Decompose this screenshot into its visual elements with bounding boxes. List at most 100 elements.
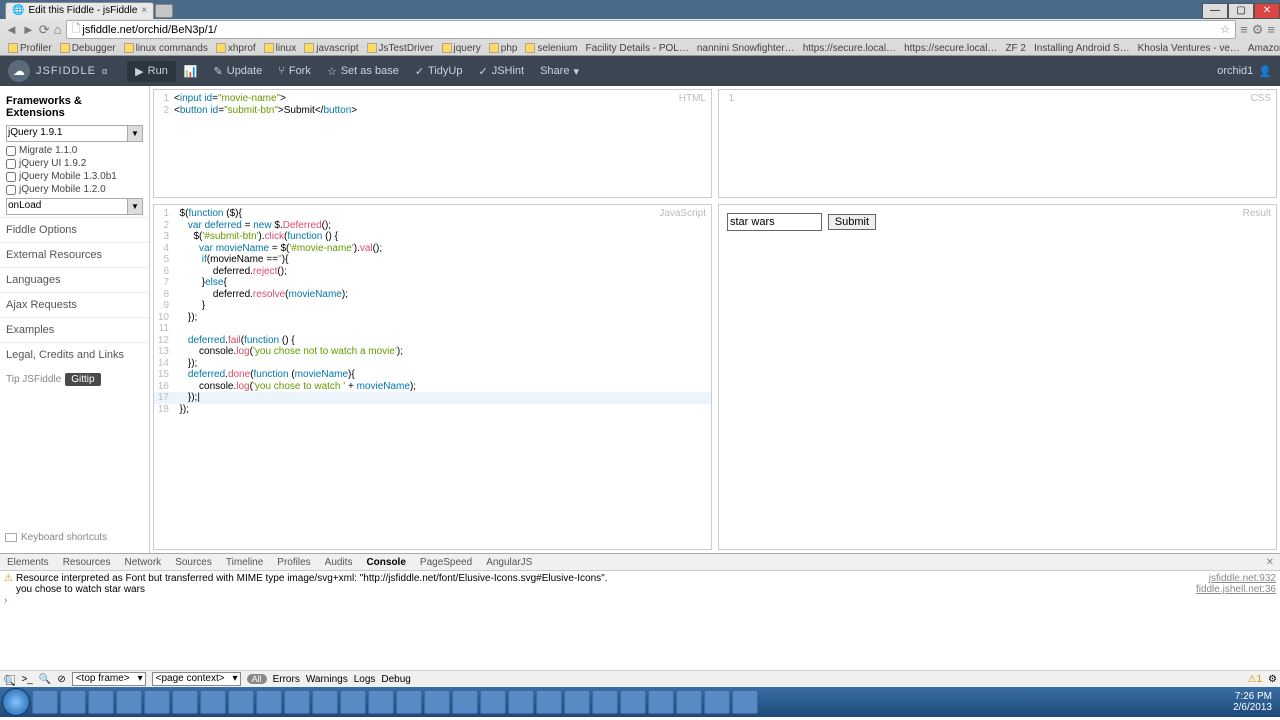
taskbar-item[interactable]: [172, 690, 198, 714]
wrap-select[interactable]: onLoad: [6, 198, 143, 215]
taskbar-item[interactable]: [396, 690, 422, 714]
lib-option[interactable]: jQuery Mobile 1.2.0: [0, 183, 149, 196]
reload-button[interactable]: ⟳: [39, 22, 50, 38]
devtab-console[interactable]: Console: [359, 555, 412, 570]
checkbox[interactable]: [6, 146, 16, 156]
update-button[interactable]: ✎Update: [206, 61, 271, 82]
console-prompt[interactable]: ›: [4, 595, 1276, 606]
bookmark-item[interactable]: https://secure.local…: [901, 43, 1000, 54]
taskbar-item[interactable]: [480, 690, 506, 714]
filter-logs[interactable]: Logs: [354, 674, 376, 685]
menu-icon[interactable]: ≡: [1267, 22, 1275, 37]
checkbox[interactable]: [6, 172, 16, 182]
taskbar-item[interactable]: [620, 690, 646, 714]
share-button[interactable]: Share▾: [532, 61, 587, 82]
warning-count-icon[interactable]: ⚠1: [1248, 674, 1263, 685]
taskbar-item[interactable]: [228, 690, 254, 714]
filter-debug[interactable]: Debug: [381, 674, 410, 685]
taskbar-item[interactable]: [312, 690, 338, 714]
minimize-button[interactable]: —: [1202, 3, 1228, 19]
taskbar-item[interactable]: [648, 690, 674, 714]
submit-button[interactable]: Submit: [828, 214, 876, 230]
inspect-icon[interactable]: 🔍⃞: [3, 672, 15, 687]
bookmark-item[interactable]: Facility Details - POL…: [582, 43, 691, 54]
sidebar-item-fiddle-options[interactable]: Fiddle Options: [0, 217, 149, 242]
close-window-button[interactable]: ✕: [1254, 3, 1280, 19]
taskbar-item[interactable]: [592, 690, 618, 714]
sidebar-item-examples[interactable]: Examples: [0, 317, 149, 342]
taskbar-item[interactable]: [536, 690, 562, 714]
taskbar-item[interactable]: [256, 690, 282, 714]
source-link[interactable]: fiddle.jshell.net:36: [1196, 584, 1276, 595]
devtab-network[interactable]: Network: [118, 555, 169, 570]
console-toggle-icon[interactable]: >_: [21, 674, 32, 685]
console-body[interactable]: Resource interpreted as Font but transfe…: [0, 571, 1280, 670]
taskbar-item[interactable]: [452, 690, 478, 714]
bookmark-item[interactable]: Profiler: [5, 43, 55, 54]
taskbar-item[interactable]: [704, 690, 730, 714]
filter-all[interactable]: All: [247, 674, 267, 684]
lib-option[interactable]: Migrate 1.1.0: [0, 144, 149, 157]
browser-tab[interactable]: 🌐 Edit this Fiddle - jsFiddle ×: [5, 2, 154, 19]
filter-errors[interactable]: Errors: [273, 674, 300, 685]
taskbar-item[interactable]: [60, 690, 86, 714]
css-code[interactable]: [739, 90, 1276, 105]
start-button[interactable]: [2, 688, 30, 716]
stats-button[interactable]: 📊: [176, 61, 206, 82]
jshint-button[interactable]: ✓JSHint: [470, 61, 532, 82]
filter-warnings[interactable]: Warnings: [306, 674, 348, 685]
html-code[interactable]: <input id="movie-name"> <button id="subm…: [174, 90, 711, 116]
frame-select[interactable]: <top frame>: [72, 672, 146, 686]
search-icon[interactable]: 🔍: [39, 674, 51, 685]
bookmark-star-icon[interactable]: ☆: [1220, 23, 1230, 36]
tidyup-button[interactable]: ✓TidyUp: [407, 61, 471, 82]
taskbar-item[interactable]: [200, 690, 226, 714]
devtab-pagespeed[interactable]: PageSpeed: [413, 555, 479, 570]
devtab-angularjs[interactable]: AngularJS: [479, 555, 539, 570]
devtab-profiles[interactable]: Profiles: [270, 555, 317, 570]
back-button[interactable]: ◄: [5, 22, 18, 37]
bookmark-item[interactable]: javascript: [301, 43, 361, 54]
bookmark-item[interactable]: https://secure.local…: [800, 43, 899, 54]
js-code[interactable]: $(function ($){ var deferred = new $.Def…: [174, 205, 711, 415]
sidebar-item-languages[interactable]: Languages: [0, 267, 149, 292]
bookmark-item[interactable]: linux: [261, 43, 300, 54]
devtab-timeline[interactable]: Timeline: [219, 555, 270, 570]
devtools-close-icon[interactable]: ✕: [1260, 557, 1280, 568]
bookmark-item[interactable]: Installing Android S…: [1031, 43, 1133, 54]
taskbar-item[interactable]: [88, 690, 114, 714]
user-menu[interactable]: orchid1👤: [1217, 65, 1272, 78]
forward-button[interactable]: ►: [22, 22, 35, 37]
close-tab-icon[interactable]: ×: [141, 5, 147, 16]
context-select[interactable]: <page context>: [152, 672, 241, 686]
bookmark-item[interactable]: nannini Snowfighter…: [694, 43, 798, 54]
taskbar-item[interactable]: [732, 690, 758, 714]
sidebar-item-ajax-requests[interactable]: Ajax Requests: [0, 292, 149, 317]
settings-gear-icon[interactable]: ⚙: [1252, 22, 1264, 38]
lib-option[interactable]: jQuery Mobile 1.3.0b1: [0, 170, 149, 183]
gittip-button[interactable]: Gittip: [65, 373, 100, 386]
taskbar-item[interactable]: [284, 690, 310, 714]
settings-gear-icon[interactable]: ⚙: [1268, 674, 1277, 685]
checkbox[interactable]: [6, 159, 16, 169]
bookmark-item[interactable]: Amazon.com Associ…: [1245, 43, 1280, 54]
taskbar-item[interactable]: [676, 690, 702, 714]
sidebar-item-legal[interactable]: Legal, Credits and Links: [0, 342, 149, 367]
clear-icon[interactable]: ⊘: [57, 674, 65, 685]
devtab-sources[interactable]: Sources: [168, 555, 219, 570]
sidebar-item-external-resources[interactable]: External Resources: [0, 242, 149, 267]
bookmark-item[interactable]: php: [486, 43, 521, 54]
source-link[interactable]: jsfiddle.net:932: [1209, 573, 1276, 584]
bookmark-item[interactable]: selenium: [522, 43, 580, 54]
css-pane[interactable]: CSS 1: [718, 89, 1277, 198]
lib-option[interactable]: jQuery UI 1.9.2: [0, 157, 149, 170]
address-bar[interactable]: 🗋 jsfiddle.net/orchid/BeN3p/1/ ☆: [66, 20, 1237, 39]
taskbar-item[interactable]: [340, 690, 366, 714]
bookmark-item[interactable]: Khosla Ventures - ve…: [1135, 43, 1243, 54]
taskbar-item[interactable]: [32, 690, 58, 714]
js-pane[interactable]: JavaScript 123456789101112131415161718 $…: [153, 204, 712, 550]
movie-name-input[interactable]: [727, 213, 822, 231]
devtab-audits[interactable]: Audits: [318, 555, 360, 570]
taskbar-item[interactable]: [564, 690, 590, 714]
bookmark-item[interactable]: xhprof: [213, 43, 259, 54]
